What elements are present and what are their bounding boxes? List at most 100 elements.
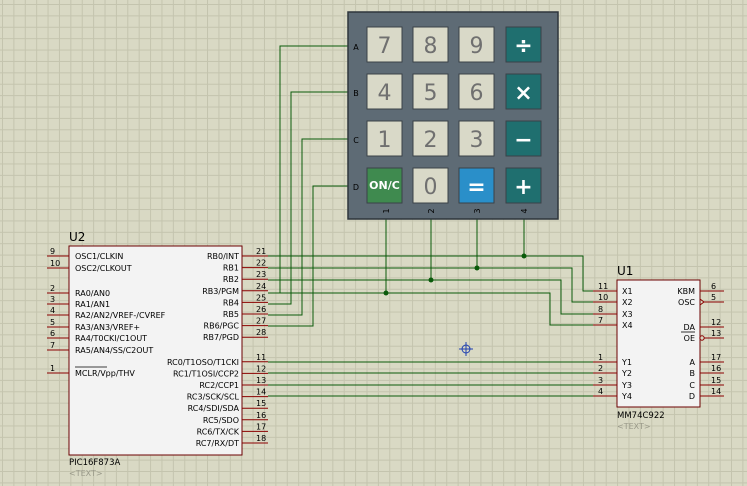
pin-number: 13 — [256, 376, 266, 385]
pin-number: 1 — [598, 353, 603, 362]
col-label: 3 — [473, 208, 482, 213]
u2-chip[interactable]: U2 9 OSC1/CLKIN 10 OSC2/CLKOUT 2 RA0/AN0 3 RA1/… — [47, 230, 268, 478]
key-label: = — [467, 175, 485, 200]
key-6[interactable]: 5 — [412, 73, 449, 110]
pin-number: 4 — [598, 387, 603, 396]
u1-part: MM74C922 — [617, 411, 665, 421]
pin-number: 3 — [598, 376, 603, 385]
pin-name: RA0/AN0 — [75, 289, 110, 298]
pin-number: 21 — [256, 247, 266, 256]
pin-name: X4 — [622, 321, 633, 330]
pin-number: 25 — [256, 293, 266, 302]
pin-name: RB1 — [223, 264, 239, 273]
pin-name: RB4 — [223, 298, 239, 307]
pin-number: 28 — [256, 328, 266, 337]
pin-name: B — [690, 369, 696, 378]
pin-name: RB5 — [223, 310, 239, 319]
key-11[interactable]: 3 — [458, 120, 495, 157]
key-label: 6 — [470, 81, 484, 106]
pin-name: RA1/AN1 — [75, 300, 110, 309]
pin-name: X1 — [622, 287, 633, 296]
pin-name: RC3/SCK/SCL — [187, 393, 240, 402]
pin-name: A — [690, 358, 696, 367]
key-7[interactable]: 6 — [458, 73, 495, 110]
pin-number: 7 — [598, 316, 603, 325]
pin-name: X2 — [622, 298, 633, 307]
pin-number: 8 — [598, 305, 603, 314]
pin-name: RC6/TX/CK — [197, 427, 240, 436]
pin-name: RA4/T0CKI/C1OUT — [75, 334, 147, 343]
key-label: 5 — [424, 81, 438, 106]
pin-name: RB0/INT — [207, 252, 239, 261]
pin-name: RC4/SDI/SDA — [188, 404, 240, 413]
pin-number: 17 — [256, 422, 266, 431]
wire-rb3-x4 — [268, 292, 593, 326]
key-8[interactable]: × — [505, 73, 542, 110]
pin-number: 5 — [711, 293, 716, 302]
key-label: 9 — [470, 34, 484, 59]
key-2[interactable]: 8 — [412, 26, 449, 63]
pin-name: RC2/CCP1 — [199, 381, 239, 390]
col-label: 2 — [427, 208, 436, 213]
wire-rb2-x3 — [268, 279, 593, 315]
col-label: 4 — [520, 208, 529, 213]
pin-number: 14 — [256, 388, 266, 397]
row-label: D — [353, 183, 359, 192]
pin-number: 10 — [598, 293, 608, 302]
pin-name: MCLR/Vpp/THV — [75, 369, 135, 378]
pin-name: RA3/AN3/VREF+ — [75, 323, 140, 332]
pin-name: Y2 — [621, 369, 632, 378]
pin-number: 11 — [598, 282, 608, 291]
junction-dot — [428, 277, 434, 283]
u1-text: <TEXT> — [617, 422, 651, 431]
junction-dot — [474, 265, 480, 271]
key-16[interactable]: + — [505, 167, 542, 204]
pin-number: 12 — [711, 318, 721, 327]
schematic-drawing: 7 8 9 ÷4 5 6 ×1 2 3 −ON/C 0 = + ABCD 1234 U2 9OSC1/C… — [47, 11, 724, 478]
pin-name: RB3/PGM — [202, 287, 239, 296]
key-12[interactable]: − — [505, 120, 542, 157]
pin-number: 24 — [256, 282, 266, 291]
keypad[interactable]: 7 8 9 ÷ 4 5 6 × 1 2 3 − ON/C 0 = + A B C D 1 2 3 4 — [347, 11, 559, 220]
pin-number: 2 — [598, 364, 603, 373]
pin-number: 6 — [50, 329, 55, 338]
pin-name: OSC1/CLKIN — [75, 252, 123, 261]
pin-name: OSC — [678, 298, 695, 307]
pin-name: RC7/RX/DT — [196, 439, 239, 448]
pin-number: 6 — [711, 282, 716, 291]
pin-number: 15 — [711, 376, 721, 385]
key-13[interactable]: ON/C — [366, 167, 403, 204]
pin-name: RB2 — [223, 275, 239, 284]
junctions — [383, 253, 527, 296]
pin-name: Y1 — [621, 358, 632, 367]
key-1[interactable]: 7 — [366, 26, 403, 63]
u1-chip[interactable]: U1 11 X1 10 X2 8 X3 7 X4 1 Y1 2 Y2 3 Y3 4 Y4 6 KBM 5 OSC 12 D… — [593, 264, 724, 431]
key-label: 2 — [424, 128, 438, 153]
pin-number: 11 — [256, 353, 266, 362]
pin-name: OE — [684, 334, 695, 343]
pin-number: 15 — [256, 399, 266, 408]
schematic-canvas[interactable]: 7 8 9 ÷ 4 5 6 × 1 2 3− ON/C 0 = + ABCD 1234 U2 9 OSC1/C… — [0, 0, 747, 486]
key-label: 0 — [424, 175, 438, 200]
key-3[interactable]: 9 — [458, 26, 495, 63]
key-15[interactable]: = — [458, 167, 495, 204]
key-4[interactable]: ÷ — [505, 26, 542, 63]
pin-number: 18 — [256, 434, 266, 443]
row-label: C — [353, 136, 359, 145]
pin-number: 12 — [256, 364, 266, 373]
key-14[interactable]: 0 — [412, 167, 449, 204]
pin-name: D — [689, 392, 695, 401]
key-10[interactable]: 2 — [412, 120, 449, 157]
pin-number: 1 — [50, 364, 55, 373]
key-5[interactable]: 4 — [366, 73, 403, 110]
pin-name: RC5/SDO — [203, 416, 239, 425]
col-label: 1 — [382, 208, 391, 213]
pin-number: 13 — [711, 329, 721, 338]
key-9[interactable]: 1 — [366, 120, 403, 157]
origin-marker — [459, 342, 473, 356]
u2-ref: U2 — [69, 230, 85, 244]
pin-number: 23 — [256, 270, 266, 279]
row-label: B — [353, 89, 359, 98]
pin-number: 4 — [50, 306, 55, 315]
key-label: 3 — [470, 128, 484, 153]
